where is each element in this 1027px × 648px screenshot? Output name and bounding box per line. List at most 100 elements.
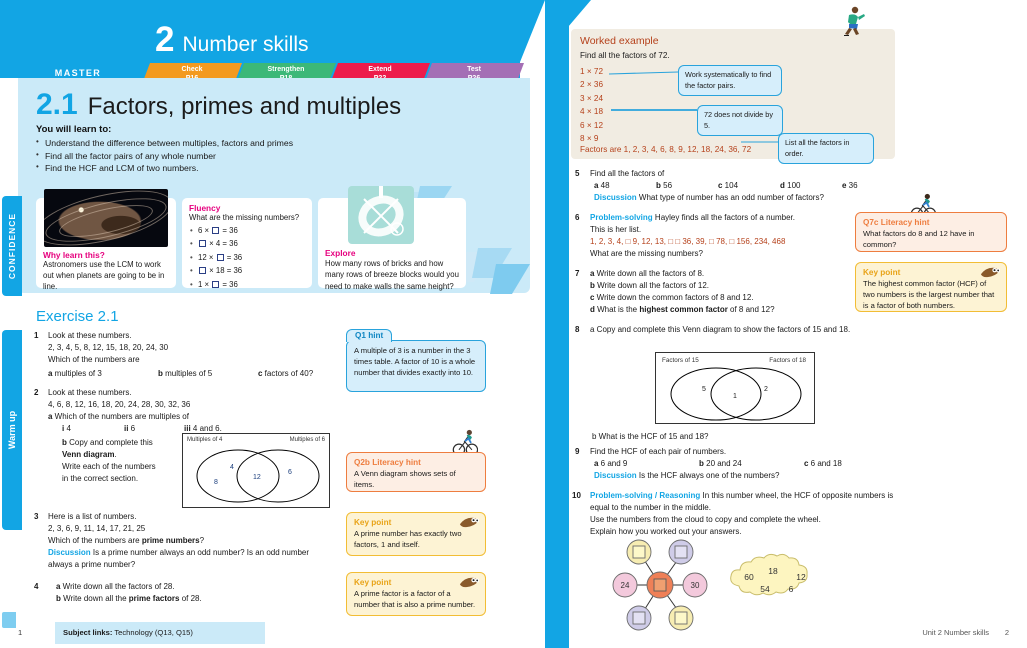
unit-number: 2 [155, 20, 174, 59]
key-point-prime-number: Key point A prime number has exactly two… [346, 512, 486, 556]
question-4-part-b: b Write down all the prime factors of 28… [56, 594, 202, 603]
page-number-left: 1 [18, 628, 23, 637]
right-page: Worked example Find all the factors of 7… [545, 0, 1027, 648]
tab-check-label: Check [181, 66, 203, 73]
fluency-item: × 18 = 36 [189, 264, 242, 278]
sidebar-tab-warm-up-label: Warm up [7, 410, 17, 450]
runner-icon [844, 6, 865, 36]
question-4: 4 a Write down all the factors of 28. b … [34, 581, 334, 605]
question-7-part-c: c Write down the common factors of 8 and… [590, 293, 754, 302]
question-2-line: a Which of the numbers are multiples of [48, 412, 189, 421]
question-3-discussion: Discussion Is a prime number always an o… [48, 547, 334, 571]
worked-example-subtitle: Find all the factors of 72. [580, 51, 670, 60]
objective-item: Find the HCF and LCM of two numbers. [36, 161, 456, 175]
question-8-part-a: a Copy and complete this Venn diagram to… [590, 325, 851, 334]
lesson-heading: 2.1 Factors, primes and multiples [36, 90, 401, 121]
owl-icon [459, 517, 479, 528]
question-6-tag: Problem-solving [590, 213, 653, 222]
worked-example-callout-1: Work systematically to find the factor p… [678, 65, 782, 97]
factor-pair: 8 × 9 [580, 134, 599, 144]
svg-text:60: 60 [744, 572, 754, 582]
answer-box[interactable] [199, 267, 206, 275]
worked-example-title: Worked example [580, 35, 659, 47]
question-8: 8 a Copy and complete this Venn diagram … [575, 324, 895, 336]
venn-value-intersection: 12 [253, 474, 261, 481]
question-5-part-a: a 48 [594, 181, 610, 190]
question-7-number: 7 [575, 269, 580, 278]
question-1-line: 2, 3, 4, 5, 8, 12, 15, 18, 20, 24, 30 [48, 343, 169, 352]
answer-box[interactable] [216, 253, 224, 261]
answer-box[interactable] [212, 280, 220, 288]
venn-value: 4 [230, 464, 234, 471]
question-2-line: Look at these numbers. [48, 388, 132, 397]
objectives: You will learn to: Understand the differ… [36, 124, 456, 175]
answer-box[interactable] [199, 240, 206, 248]
subject-links-text: Technology (Q13, Q15) [114, 628, 193, 637]
svg-text:18: 18 [768, 566, 778, 576]
subject-links: Subject links: Technology (Q13, Q15) [55, 622, 265, 644]
explore-card: Explore How many rows of bricks and how … [318, 186, 466, 291]
venn-value: 6 [288, 469, 292, 476]
textbook-spread: 2 Number skills MASTER Check P16 Strengt… [0, 0, 1027, 648]
discussion-text: Is the HCF always one of the numbers? [638, 471, 780, 480]
key-point-prime-factor-body: A prime factor is a factor of a number t… [354, 589, 476, 609]
fluency-title: Fluency [189, 203, 221, 213]
footer-unit-text: Unit 2 Number skills [922, 628, 989, 637]
wheel-left-value: 24 [621, 581, 630, 590]
question-7-part-b: b Write down all the factors of 12. [590, 281, 710, 290]
question-6: 6 Problem-solving Hayley finds all the f… [575, 212, 895, 260]
tab-master-label: MASTER [54, 68, 102, 78]
q2b-literacy-hint-body: A Venn diagram shows sets of items. [354, 469, 456, 489]
svg-text:54: 54 [760, 584, 770, 594]
sidebar-tab-warm-up[interactable]: Warm up [2, 330, 22, 530]
discussion-text: What type of number has an odd number of… [638, 193, 824, 202]
question-10-tagline: Problem-solving / Reasoning In this numb… [590, 490, 895, 514]
why-learn-card: Why learn this? Astronomers use the LCM … [36, 189, 176, 291]
q2b-literacy-hint: Q2b Literacy hint A Venn diagram shows s… [346, 452, 486, 492]
explore-title: Explore [325, 248, 356, 258]
left-page: 2 Number skills MASTER Check P16 Strengt… [0, 0, 545, 648]
question-5-line: Find all the factors of [590, 169, 665, 178]
discussion-label: Discussion [594, 471, 637, 480]
question-9-line: Find the HCF of each pair of numbers. [590, 447, 727, 456]
q1-hint-title: Q1 hint [346, 329, 393, 342]
venn-value: 8 [214, 479, 218, 486]
question-1-line: Which of the numbers are [48, 355, 140, 364]
answer-box[interactable] [212, 227, 220, 234]
tab-strengthen-label: Strengthen [267, 66, 305, 73]
venn-diagram-multiples: Multiples of 4 Multiples of 6 4 8 12 6 [182, 433, 330, 508]
why-learn-text: Astronomers use the LCM to work out when… [43, 260, 165, 291]
number-cloud: 60 18 12 54 6 [730, 553, 808, 596]
key-point-prime-number-body: A prime number has exactly two factors, … [354, 529, 462, 549]
sidebar-tab-confidence[interactable]: CONFIDENCE [2, 196, 22, 296]
venn-value: 5 [702, 386, 706, 393]
fluency-item: 6 × = 36 [189, 224, 242, 238]
venn-label-right: Multiples of 6 [289, 437, 325, 443]
key-point-hcf: Key point The highest common factor (HCF… [855, 262, 1007, 312]
owl-icon [459, 577, 479, 588]
sidebar-tab-stub[interactable] [2, 612, 16, 628]
question-1-line: Look at these numbers. [48, 331, 132, 340]
question-5-part-e: e 36 [842, 181, 858, 190]
question-2b-line: Write each of the numbers [62, 462, 156, 471]
question-6-factor-list: 1, 2, 3, 4, □ 9, 12, 13, □ □ 36, 39, □ 7… [590, 237, 786, 246]
question-9-part-b: b 20 and 24 [699, 459, 742, 468]
question-4-number: 4 [34, 582, 39, 591]
factor-pair: 6 × 12 [580, 120, 603, 130]
exercise-title: Exercise 2.1 [36, 308, 119, 325]
question-6-line: Hayley finds all the factors of a number… [654, 213, 795, 222]
venn-value: 2 [764, 386, 768, 393]
question-10-tag: Problem-solving / Reasoning [590, 491, 701, 500]
q7c-literacy-hint-body: What factors do 8 and 12 have in common? [863, 229, 975, 249]
objective-item: Find all the factor pairs of any whole n… [36, 149, 456, 163]
venn-label-left: Multiples of 4 [187, 437, 223, 443]
sidebar-tab-confidence-label: CONFIDENCE [7, 212, 17, 280]
question-9-part-a: a 6 and 9 [594, 459, 628, 468]
owl-icon [980, 267, 1000, 278]
astronomy-image [44, 189, 168, 247]
venn-box: Factors of 15 Factors of 18 5 1 2 [655, 352, 815, 424]
svg-text:6: 6 [789, 584, 794, 594]
worked-example-pairs: 1 × 72 2 × 36 3 × 24 4 × 18 6 × 12 8 × 9 [580, 65, 603, 146]
question-2b-line: Venn diagram. [62, 450, 117, 459]
factor-pair: 2 × 36 [580, 80, 603, 90]
